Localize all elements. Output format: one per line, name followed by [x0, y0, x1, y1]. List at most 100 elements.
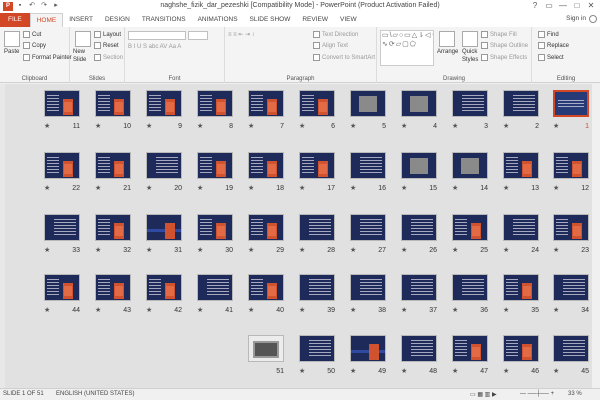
select-button[interactable]: Select — [538, 54, 564, 61]
tab-view[interactable]: VIEW — [334, 13, 363, 27]
transition-star-icon: ★ — [503, 307, 510, 314]
slide-thumbnail[interactable] — [503, 274, 539, 301]
layout-button[interactable]: Layout — [94, 31, 121, 38]
zoom-slider[interactable]: — ──┼── + — [520, 391, 554, 397]
slide-thumbnail[interactable] — [146, 214, 182, 241]
shape-fill-button[interactable]: Shape Fill — [481, 31, 517, 38]
slide-thumbnail[interactable] — [146, 90, 182, 117]
tab-transitions[interactable]: TRANSITIONS — [136, 13, 192, 27]
shapes-gallery[interactable]: ▭\▱○▭△⇂◁☆{}∿⟳▱▢⬠ — [380, 30, 434, 66]
slide-thumbnail[interactable] — [299, 90, 335, 117]
slide-thumbnail[interactable] — [452, 335, 488, 362]
slide-thumbnail[interactable] — [350, 214, 386, 241]
view-buttons[interactable]: ▭ ▦ ▥ ▶ — [470, 391, 497, 398]
maximize-icon[interactable]: □ — [570, 0, 584, 12]
slide-thumbnail[interactable] — [299, 335, 335, 362]
slide-thumbnail[interactable] — [95, 274, 131, 301]
font-name-select[interactable] — [128, 31, 186, 40]
slide-thumbnail[interactable] — [95, 90, 131, 117]
slide-thumbnail[interactable] — [299, 274, 335, 301]
slide-thumbnail[interactable] — [44, 90, 80, 117]
new-slide-button[interactable]: New — [73, 49, 85, 55]
text-direction-button[interactable]: Text Direction — [313, 31, 358, 38]
slide-thumbnail[interactable] — [248, 90, 284, 117]
paste-button[interactable]: Paste — [4, 49, 19, 55]
slide-thumbnail[interactable] — [44, 214, 80, 241]
slide-thumbnail[interactable] — [350, 152, 386, 179]
minimize-icon[interactable]: — — [556, 0, 570, 12]
zoom-level[interactable]: 33 % — [568, 391, 582, 397]
section-button[interactable]: Section — [94, 54, 123, 61]
slide-thumbnail[interactable] — [146, 274, 182, 301]
slide-thumbnail[interactable] — [350, 274, 386, 301]
list-buttons[interactable]: ≡ ≡ ⇤ ⇥ ↕ — [228, 31, 313, 40]
tab-design[interactable]: DESIGN — [99, 13, 136, 27]
help-icon[interactable]: ? — [528, 0, 542, 12]
slide-thumbnail[interactable] — [503, 214, 539, 241]
tab-insert[interactable]: INSERT — [63, 13, 99, 27]
close-icon[interactable]: ✕ — [584, 0, 598, 12]
slide-thumbnail[interactable] — [553, 335, 589, 362]
quick-styles-button[interactable]: Quick — [462, 49, 477, 55]
tab-slide-show[interactable]: SLIDE SHOW — [244, 13, 297, 27]
tab-file[interactable]: FILE — [0, 13, 30, 27]
slide-thumbnail[interactable] — [553, 214, 589, 241]
slide-thumbnail[interactable] — [553, 90, 589, 117]
slide-thumbnail[interactable] — [452, 90, 488, 117]
find-button[interactable]: Find — [538, 31, 559, 38]
tab-review[interactable]: REVIEW — [296, 13, 334, 27]
align-text-button[interactable]: Align Text — [313, 42, 348, 49]
shape-effects-button[interactable]: Shape Effects — [481, 54, 527, 61]
slide-thumbnail[interactable] — [299, 214, 335, 241]
slide-thumbnail[interactable] — [553, 152, 589, 179]
slide-thumbnail[interactable] — [248, 274, 284, 301]
language-indicator[interactable]: ENGLISH (UNITED STATES) — [56, 391, 134, 397]
slide-thumbnail[interactable] — [44, 152, 80, 179]
vertical-scrollbar[interactable] — [592, 84, 600, 388]
font-size-select[interactable] — [188, 31, 208, 40]
replace-button[interactable]: Replace — [538, 42, 569, 49]
sign-in-link[interactable]: Sign in — [566, 15, 586, 22]
quick-styles-dropdown[interactable]: Styles — [462, 57, 478, 63]
slide-thumbnail[interactable] — [197, 152, 233, 179]
shape-outline-button[interactable]: Shape Outline — [481, 42, 528, 49]
arrange-button[interactable]: Arrange — [437, 49, 458, 55]
slide-thumbnail[interactable] — [248, 335, 284, 362]
convert-smartart-button[interactable]: Convert to SmartArt — [313, 54, 375, 61]
slide-thumbnail[interactable] — [197, 90, 233, 117]
slide-thumbnail[interactable] — [95, 152, 131, 179]
slide-thumbnail[interactable] — [299, 152, 335, 179]
slide-thumbnail[interactable] — [452, 274, 488, 301]
slide-thumbnail[interactable] — [197, 214, 233, 241]
font-format-buttons[interactable]: B I U S abc AV Aa A — [128, 44, 220, 53]
slide-thumbnail[interactable] — [350, 90, 386, 117]
slide-thumbnail[interactable] — [401, 335, 437, 362]
slide-thumbnail[interactable] — [401, 214, 437, 241]
slide-thumbnail[interactable] — [503, 90, 539, 117]
ribbon-display-icon[interactable]: ▭ — [542, 0, 556, 12]
slide-thumbnail[interactable] — [146, 152, 182, 179]
slide-thumbnail[interactable] — [197, 274, 233, 301]
slide-thumbnail[interactable] — [401, 274, 437, 301]
new-slide-dropdown[interactable]: Slide — [73, 57, 86, 63]
slide-thumbnail[interactable] — [503, 152, 539, 179]
format-painter-button[interactable]: Format Painter — [23, 54, 72, 61]
editing-group: Find Replace Select Editing — [532, 27, 600, 83]
slide-thumbnail[interactable] — [248, 214, 284, 241]
cut-button[interactable]: Cut — [23, 31, 41, 38]
slide-thumbnail[interactable] — [401, 90, 437, 117]
reset-button[interactable]: Reset — [94, 42, 119, 49]
tab-animations[interactable]: ANIMATIONS — [192, 13, 244, 27]
copy-button[interactable]: Copy — [23, 42, 46, 49]
slide-thumbnail[interactable] — [401, 152, 437, 179]
slide-thumbnail[interactable] — [452, 152, 488, 179]
feedback-smiley-icon[interactable] — [589, 15, 597, 23]
tab-home[interactable]: HOME — [29, 13, 64, 27]
slide-thumbnail[interactable] — [248, 152, 284, 179]
slide-thumbnail[interactable] — [452, 214, 488, 241]
slide-thumbnail[interactable] — [503, 335, 539, 362]
slide-thumbnail[interactable] — [553, 274, 589, 301]
slide-thumbnail[interactable] — [350, 335, 386, 362]
slide-thumbnail[interactable] — [95, 214, 131, 241]
slide-thumbnail[interactable] — [44, 274, 80, 301]
